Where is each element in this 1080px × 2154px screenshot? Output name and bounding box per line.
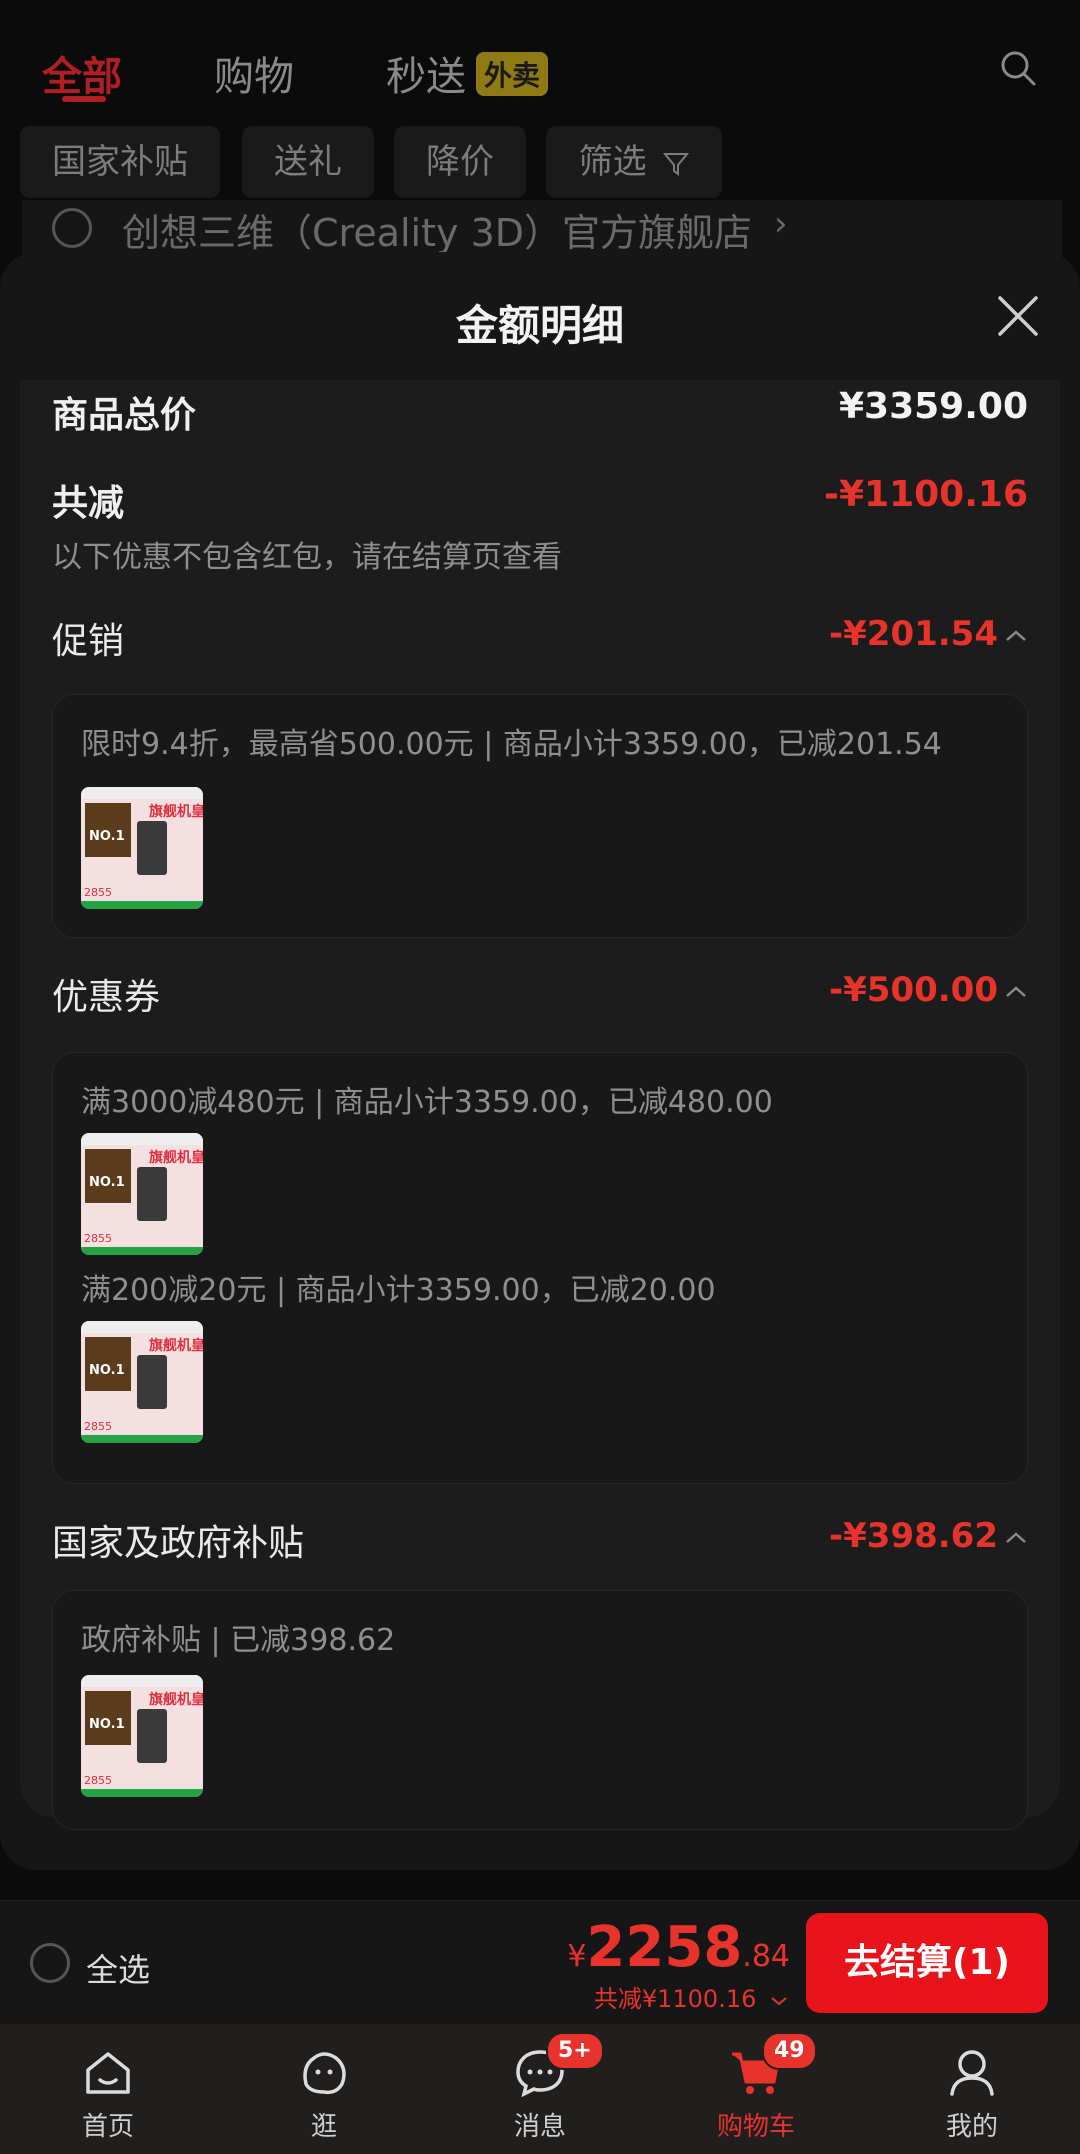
total-price: ¥2258.84 [567,1915,790,1980]
price-currency: ¥ [567,1939,587,1974]
reduce-summary-text: 共减¥1100.16 [593,1985,757,2013]
total-label: 商品总价 [52,395,197,436]
nav-label: 购物车 [716,2112,795,2142]
store-name: 创想三维（Creality 3D）官方旗舰店 [122,211,753,255]
product-thumbnail: NO.1 旗舰机皇 2855 [81,1675,203,1797]
nav-item-home[interactable]: 首页 [0,2024,216,2154]
waimai-badge: 外卖 [476,52,549,96]
thumb-label: 旗舰机皇 [149,1338,203,1354]
messages-badge: 5+ [546,2032,604,2070]
sheet-title: 金额明细 [455,301,624,350]
reduce-summary[interactable]: 共减¥1100.16 [594,1979,788,2014]
reduce-value: -¥1100.16 [824,474,1028,515]
store-row[interactable]: 创想三维（Creality 3D）官方旗舰店 › [22,200,1062,260]
nav-item-browse[interactable]: 逛 [216,2024,432,2154]
subsidy-detail-text: 政府补贴 | 已减398.62 [81,1623,396,1658]
chip-national-subsidy[interactable]: 国家补贴 [20,126,220,198]
user-icon [950,2050,994,2096]
section-title-subsidy: 国家及政府补贴 [52,1523,305,1564]
filter-icon [663,152,690,176]
nav-label: 首页 [81,2112,134,2142]
section-title-coupon: 优惠券 [52,977,161,1018]
nav-label: 逛 [310,2112,337,2142]
thumb-badge: NO.1 [89,1717,125,1732]
select-all-label[interactable]: 全选 [86,1945,150,1991]
thumb-label: 旗舰机皇 [149,804,203,820]
chevron-down-icon [771,1997,787,2006]
chip-label: 送礼 [274,142,342,182]
nav-item-cart[interactable]: 49 购物车 [648,2024,864,2154]
cart-badge: 49 [762,2032,817,2070]
chip-price-drop[interactable]: 降价 [394,126,526,198]
section-amount-coupon: -¥500.00 [829,970,998,1010]
nav-item-messages[interactable]: 5+ 消息 [432,2024,648,2154]
thumb-price: 2855 [84,1232,112,1245]
bottom-nav: 首页 逛 5+ 消息 49 购物车 我的 [0,2024,1080,2154]
thumb-badge: NO.1 [89,1175,125,1190]
thumb-badge: NO.1 [89,829,125,844]
coupon-detail-text: 满3000减480元 | 商品小计3359.00，已减480.00 [81,1085,773,1120]
subsidy-detail-card: 政府补贴 | 已减398.62 NO.1 旗舰机皇 2855 [52,1590,1028,1830]
filter-chip-row: 国家补贴 送礼 降价 筛选 [0,126,1080,200]
coupon-detail-text: 满200减20元 | 商品小计3359.00，已减20.00 [81,1273,716,1308]
nav-item-profile[interactable]: 我的 [864,2024,1080,2154]
thumb-label: 旗舰机皇 [149,1692,203,1708]
search-icon[interactable] [1000,50,1036,86]
chevron-right-icon: › [774,204,788,244]
total-value: ¥3359.00 [838,386,1028,427]
chip-gift[interactable]: 送礼 [242,126,374,198]
chip-label: 国家补贴 [52,142,188,182]
promotion-detail-text: 限时9.4折，最高省500.00元 | 商品小计3359.00，已减201.54 [81,727,942,762]
amount-detail-sheet: 金额明细 商品总价 ¥3359.00 共减 -¥1100.16 以下优惠不包含红… [0,252,1080,1870]
select-all-radio[interactable] [30,1943,70,1983]
chip-filter[interactable]: 筛选 [546,126,722,198]
coupon-detail-card: 满3000减480元 | 商品小计3359.00，已减480.00 NO.1 旗… [52,1052,1028,1484]
close-icon[interactable] [996,294,1040,338]
thumb-price: 2855 [84,1420,112,1433]
store-select-radio[interactable] [52,208,92,248]
thumb-badge: NO.1 [89,1363,125,1378]
chevron-up-icon[interactable] [1004,1530,1028,1546]
tab-all[interactable]: 全部 [42,44,122,102]
thumb-price: 2855 [84,886,112,899]
reduce-label: 共减 [52,483,125,524]
section-title-promotion: 促销 [52,621,125,662]
amount-detail-panel: 商品总价 ¥3359.00 共减 -¥1100.16 以下优惠不包含红包，请在结… [20,380,1060,1830]
tab-active-indicator [62,96,106,102]
thumb-label: 旗舰机皇 [149,1150,203,1166]
discount-note: 以下优惠不包含红包，请在结算页查看 [52,540,562,575]
top-tab-bar: 全部 购物 秒送 外卖 [0,0,1080,128]
product-thumbnail: NO.1 旗舰机皇 2855 [81,787,203,909]
chip-label: 降价 [426,142,494,182]
section-amount-promotion: -¥201.54 [829,614,998,654]
nav-label: 消息 [513,2112,566,2142]
nav-label: 我的 [945,2112,998,2142]
home-icon [86,2052,130,2094]
price-decimal: .84 [742,1939,790,1974]
chevron-up-icon[interactable] [1004,628,1028,644]
price-integer: 2258 [586,1915,743,1980]
checkout-bar: 全选 ¥2258.84 共减¥1100.16 去结算(1) [0,1900,1080,2025]
product-thumbnail: NO.1 旗舰机皇 2855 [81,1321,203,1443]
chip-label: 筛选 [578,142,647,182]
face-icon [303,2052,346,2095]
section-amount-subsidy: -¥398.62 [829,1516,998,1556]
chevron-up-icon[interactable] [1004,984,1028,1000]
tab-express[interactable]: 秒送 [386,44,466,102]
product-thumbnail: NO.1 旗舰机皇 2855 [81,1133,203,1255]
thumb-price: 2855 [84,1774,112,1787]
promotion-detail-card: 限时9.4折，最高省500.00元 | 商品小计3359.00，已减201.54… [52,694,1028,938]
checkout-button[interactable]: 去结算(1) [806,1913,1048,2013]
tab-shopping[interactable]: 购物 [214,44,294,102]
